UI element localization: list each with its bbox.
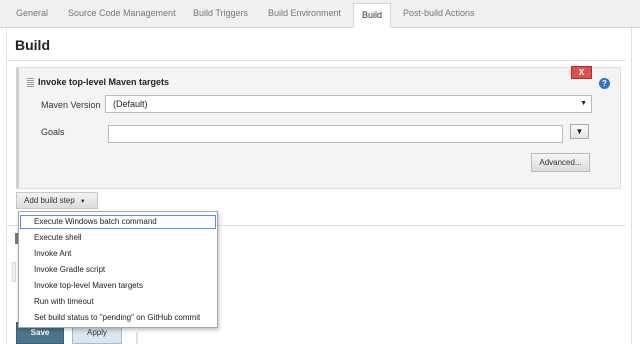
build-step-menu: Execute Windows batch command Execute sh… [18,211,218,328]
maven-version-select[interactable]: (Default) ▼ [105,95,592,113]
maven-version-value: (Default) [113,99,148,109]
goals-input[interactable] [108,125,563,143]
help-icon[interactable]: ? [599,78,610,89]
hidden-button[interactable] [12,262,16,282]
menu-item-execute-windows-batch[interactable]: Execute Windows batch command [20,215,216,229]
goals-label: Goals [41,127,65,137]
tab-general[interactable]: General [16,0,48,28]
menu-item-github-pending[interactable]: Set build status to "pending" on GitHub … [20,311,216,325]
build-step-title: Invoke top-level Maven targets [38,77,170,87]
tab-post-build-actions[interactable]: Post-build Actions [403,0,475,28]
section-title: Build [15,37,50,53]
delete-step-button[interactable]: X [571,66,592,79]
tab-build-environment[interactable]: Build Environment [268,0,341,28]
divider [136,332,138,344]
tab-build-triggers[interactable]: Build Triggers [193,0,248,28]
menu-item-invoke-maven[interactable]: Invoke top-level Maven targets [20,279,216,293]
drag-handle-icon[interactable] [27,78,34,87]
chevron-down-icon: ▼ [79,199,86,205]
menu-item-run-with-timeout[interactable]: Run with timeout [20,295,216,309]
advanced-button[interactable]: Advanced... [531,153,590,172]
menu-item-invoke-gradle[interactable]: Invoke Gradle script [20,263,216,277]
expand-textarea-button[interactable]: ▼ [570,124,589,139]
menu-item-invoke-ant[interactable]: Invoke Ant [20,247,216,261]
maven-version-label: Maven Version [41,100,101,110]
tab-build[interactable]: Build [353,3,392,29]
menu-item-execute-shell[interactable]: Execute shell [20,231,216,245]
add-build-step-label: Add build step [24,196,75,205]
chevron-down-icon: ▼ [580,100,587,107]
section-divider [6,60,626,61]
add-build-step-button[interactable]: Add build step ▼ [16,192,98,209]
tab-source-code-management[interactable]: Source Code Management [68,0,176,28]
config-tab-bar: General Source Code Management Build Tri… [0,0,640,29]
